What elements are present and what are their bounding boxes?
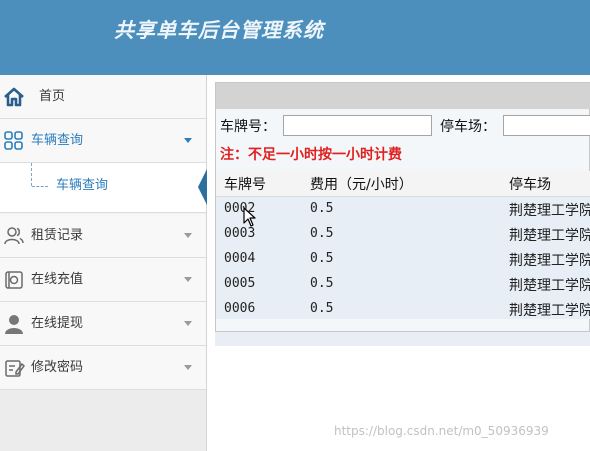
column-header-parking-lot: 停车场 [509, 177, 551, 193]
edit-icon [3, 357, 25, 379]
panel-toolbar [216, 83, 590, 109]
table-body: 0002 0.5 荆楚理工学院 0003 0.5 荆楚理工学院 0004 0.5… [216, 197, 590, 319]
table-row[interactable]: 0003 0.5 荆楚理工学院 [216, 222, 590, 247]
submenu-item-label: 车辆查询 [56, 178, 109, 193]
plate-input[interactable] [283, 115, 432, 136]
vehicle-query-panel: 车牌号： 停车场： 注：不足一小时按一小时计费 车牌号 费用（元/小时） 停车场… [215, 82, 590, 332]
tree-line [31, 163, 32, 186]
users-icon [3, 225, 25, 247]
table-row[interactable]: 0006 0.5 荆楚理工学院 [216, 297, 590, 322]
cell-plate: 0005 [224, 276, 256, 291]
cell-plate: 0006 [224, 301, 256, 316]
column-header-fee: 费用（元/小时） [310, 177, 413, 193]
cell-fee: 0.5 [310, 226, 334, 241]
cell-parking-lot: 荆楚理工学院 [509, 228, 590, 244]
sidebar-item-label: 车辆查询 [31, 133, 84, 148]
sidebar-empty-area [0, 390, 206, 451]
sidebar-item-online-withdraw[interactable]: 在线提现 [0, 302, 206, 346]
sidebar-item-vehicle-query[interactable]: 车辆查询 [0, 119, 206, 163]
panel-footer-strip [215, 332, 590, 346]
mouse-cursor-icon [243, 207, 256, 227]
cell-plate: 0003 [224, 226, 256, 241]
cell-parking-lot: 荆楚理工学院 [509, 303, 590, 319]
column-header-plate: 车牌号 [224, 177, 266, 193]
main-content: 车牌号： 停车场： 注：不足一小时按一小时计费 车牌号 费用（元/小时） 停车场… [207, 75, 590, 451]
sidebar-item-label: 在线提现 [31, 316, 84, 331]
active-pointer-icon [198, 169, 207, 205]
chevron-down-icon [184, 365, 192, 370]
sidebar-item-label: 首页 [39, 89, 66, 104]
table-row[interactable]: 0004 0.5 荆楚理工学院 [216, 247, 590, 272]
sidebar-item-home[interactable]: 首页 [0, 75, 206, 119]
table-row[interactable]: 0002 0.5 荆楚理工学院 [216, 197, 590, 222]
sidebar-item-online-recharge[interactable]: 在线充值 [0, 258, 206, 302]
chevron-down-icon [184, 321, 192, 326]
home-icon [3, 86, 25, 108]
sidebar-item-change-password[interactable]: 修改密码 [0, 346, 206, 390]
plate-label: 车牌号： [220, 119, 276, 135]
cell-parking-lot: 荆楚理工学院 [509, 253, 590, 269]
user-icon [3, 313, 25, 335]
cell-fee: 0.5 [310, 251, 334, 266]
table-row[interactable]: 0005 0.5 荆楚理工学院 [216, 272, 590, 297]
parking-lot-label: 停车场： [440, 119, 496, 135]
chevron-down-icon [184, 138, 192, 143]
card-icon [3, 269, 25, 291]
tree-line [32, 186, 48, 187]
sidebar-item-rental-records[interactable]: 租赁记录 [0, 214, 206, 258]
grid-icon [3, 130, 25, 152]
cell-fee: 0.5 [310, 276, 334, 291]
cell-fee: 0.5 [310, 301, 334, 316]
table-header: 车牌号 费用（元/小时） 停车场 [216, 171, 590, 197]
app-header: 共享单车后台管理系统 [0, 0, 590, 75]
search-form: 车牌号： 停车场： [216, 110, 590, 140]
cell-parking-lot: 荆楚理工学院 [509, 203, 590, 219]
watermark: https://blog.csdn.net/m0_50936939 [334, 424, 549, 438]
sidebar-item-label: 租赁记录 [31, 228, 84, 243]
sidebar: 首页 车辆查询 车辆查询 租赁记录 在线充值 在线提现 修改密码 [0, 75, 207, 451]
sidebar-item-label: 修改密码 [31, 360, 84, 375]
billing-notice: 注：不足一小时按一小时计费 [220, 147, 402, 163]
submenu-vehicle-query[interactable]: 车辆查询 [0, 163, 207, 213]
chevron-down-icon [184, 277, 192, 282]
parking-lot-input[interactable] [503, 115, 590, 136]
sidebar-item-label: 在线充值 [31, 272, 84, 287]
cell-parking-lot: 荆楚理工学院 [509, 278, 590, 294]
chevron-down-icon [184, 233, 192, 238]
app-title: 共享单车后台管理系统 [114, 18, 324, 42]
cell-plate: 0004 [224, 251, 256, 266]
cell-fee: 0.5 [310, 201, 334, 216]
